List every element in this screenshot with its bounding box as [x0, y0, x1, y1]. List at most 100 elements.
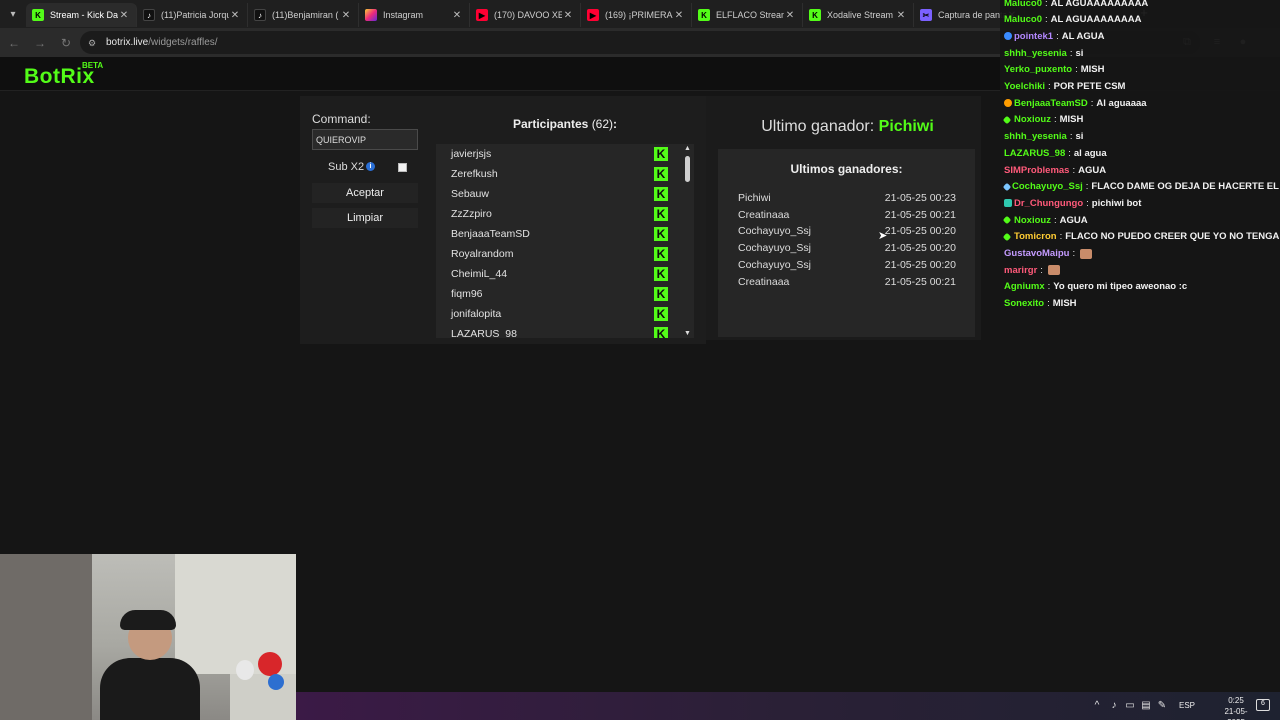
tray-chevron-icon[interactable]: ^	[1091, 700, 1103, 711]
tab-label: Stream - Kick Da	[50, 10, 118, 20]
participant-row[interactable]: BenjaaaTeamSD K	[436, 224, 694, 244]
clear-button[interactable]: Limpiar	[312, 208, 418, 228]
volume-icon[interactable]: ♪	[1108, 700, 1120, 711]
participant-row[interactable]: ZzZzpiro K	[436, 204, 694, 224]
clock[interactable]: 0:25 21-05-2025	[1216, 695, 1256, 720]
chat-username[interactable]: pointek1	[1014, 31, 1053, 42]
winner-row-date: 21-05-25 00:20	[884, 258, 956, 271]
browser-tab[interactable]: ▶ (169) ¡PRIMERA V ✕	[581, 3, 692, 27]
battery-icon[interactable]: ▭	[1124, 700, 1136, 711]
chat-username[interactable]: Noxiouz	[1014, 114, 1051, 125]
browser-tab[interactable]: K Xodalive Stream - ✕	[803, 3, 914, 27]
participant-row[interactable]: Sebauw K	[436, 184, 694, 204]
chat-message: marirgr:	[1004, 262, 1060, 278]
chat-username[interactable]: Yerko_puxento	[1004, 64, 1072, 75]
chat-username[interactable]: Noxiouz	[1014, 215, 1051, 226]
kick-icon: K	[654, 167, 668, 181]
tab-label: (11)Patricia Jorqu	[161, 10, 229, 20]
chat-username[interactable]: Maluco0	[1004, 14, 1042, 25]
participant-row[interactable]: Royalrandom K	[436, 244, 694, 264]
close-tab-icon[interactable]: ✕	[562, 10, 574, 21]
chat-username[interactable]: shhh_yesenia	[1004, 48, 1067, 59]
browser-tab[interactable]: K ELFLACO Stream -✕	[692, 3, 803, 27]
forward-icon[interactable]: →	[28, 31, 52, 55]
close-tab-icon[interactable]: ✕	[895, 10, 907, 21]
accept-button[interactable]: Aceptar	[312, 183, 418, 203]
chat-separator: :	[1069, 131, 1073, 143]
kick-icon: K	[809, 9, 821, 21]
chat-username[interactable]: Sonexito	[1004, 298, 1044, 309]
tiktok-icon: ♪	[143, 9, 155, 21]
tab-label: (169) ¡PRIMERA V	[605, 10, 673, 20]
notifications-icon[interactable]: 6	[1256, 699, 1270, 711]
back-icon[interactable]: ←	[2, 31, 26, 55]
chat-username[interactable]: Maluco0	[1004, 0, 1042, 9]
chat-badge-icon	[1004, 199, 1012, 208]
info-icon[interactable]: i	[366, 162, 375, 171]
chat-username[interactable]: shhh_yesenia	[1004, 131, 1067, 142]
participants-scrollbar[interactable]: ▲ ▼	[682, 144, 694, 338]
chat-username[interactable]: Cochayuyo_Ssj	[1012, 181, 1083, 192]
tab-search-icon[interactable]: ▾	[0, 0, 26, 28]
browser-tab[interactable]: ▶ (170) DAVOO XEN✕	[470, 3, 581, 27]
participant-row[interactable]: CheimiL_44 K	[436, 264, 694, 284]
winner-row: Cochayuyo_Ssj 21-05-25 00:20	[738, 242, 958, 259]
close-tab-icon[interactable]: ✕	[784, 10, 796, 21]
browser-tab[interactable]: Instagram ✕	[359, 3, 470, 27]
chat-separator: :	[1059, 231, 1063, 243]
chat-text: MISH	[1052, 298, 1077, 310]
participant-row[interactable]: javierjsjs K	[436, 144, 694, 164]
chat-text: AGUA	[1078, 164, 1107, 176]
participants-list[interactable]: javierjsjs K Zerefkush K Sebauw K ZzZzpiro K Ben…	[436, 144, 694, 338]
close-tab-icon[interactable]: ✕	[673, 10, 685, 21]
chat-message: shhh_yesenia: si	[1004, 45, 1083, 61]
sub-x2-checkbox[interactable]	[398, 163, 407, 172]
pen-icon[interactable]: ✎	[1156, 700, 1168, 711]
participant-row[interactable]: LAZARUS_98 K	[436, 324, 694, 338]
language-indicator[interactable]: ESP	[1179, 701, 1195, 710]
last-winner-heading: Ultimo ganador: Pichiwi	[706, 118, 989, 136]
last-winner-label: Ultimo ganador:	[761, 118, 875, 135]
scroll-thumb[interactable]	[685, 156, 690, 182]
close-tab-icon[interactable]: ✕	[118, 10, 130, 21]
close-tab-icon[interactable]: ✕	[229, 10, 241, 21]
winner-row-date: 21-05-25 00:20	[884, 242, 956, 255]
site-info-icon[interactable]: ⚙	[88, 38, 100, 48]
tab-label: Xodalive Stream -	[827, 10, 895, 20]
close-tab-icon[interactable]: ✕	[340, 10, 352, 21]
tiktok-icon: ♪	[254, 9, 266, 21]
chat-username[interactable]: Yoelchiki	[1004, 81, 1045, 92]
chat-username[interactable]: marirgr	[1004, 265, 1037, 276]
browser-tab[interactable]: ♪ (11)Benjamiran (✕	[248, 3, 359, 27]
youtube-icon: ▶	[476, 9, 488, 21]
chat-separator: :	[1040, 264, 1043, 276]
chat-username[interactable]: LAZARUS_98	[1004, 148, 1065, 159]
chat-badge-icon	[1002, 115, 1012, 125]
chat-separator: :	[1086, 197, 1089, 209]
chat-username[interactable]: GustavoMaipu	[1004, 248, 1069, 259]
sub-x2-label: Sub X2	[328, 161, 365, 173]
chat-username[interactable]: BenjaaaTeamSD	[1014, 98, 1088, 109]
chat-text: MISH	[1080, 64, 1105, 76]
scroll-up-icon[interactable]: ▲	[684, 145, 691, 152]
chat-message: Maluco0: AL AGUAAAAAAAA	[1004, 12, 1141, 28]
participant-row[interactable]: Zerefkush K	[436, 164, 694, 184]
close-tab-icon[interactable]: ✕	[451, 10, 463, 21]
scroll-down-icon[interactable]: ▼	[684, 330, 691, 337]
chat-message: Maluco0: AL AGUAAAAAAAAA	[1004, 0, 1148, 11]
chat-username[interactable]: SIMProblemas	[1004, 165, 1069, 176]
browser-tab[interactable]: ♪ (11)Patricia Jorqu ✕	[137, 3, 248, 27]
webcam-door	[0, 554, 92, 720]
participant-row[interactable]: fiqm96 K	[436, 284, 694, 304]
chat-username[interactable]: Dr_Chungungo	[1014, 198, 1083, 209]
chat-message: GustavoMaipu:	[1004, 246, 1093, 262]
browser-tab[interactable]: K Stream - Kick Da ✕	[26, 3, 137, 27]
kick-icon: K	[654, 227, 668, 241]
chat-username[interactable]: Tomicron	[1014, 231, 1057, 242]
reload-icon[interactable]: ↻	[54, 31, 78, 55]
participant-name: fiqm96	[451, 288, 483, 300]
chat-username[interactable]: Agniumx	[1004, 281, 1045, 292]
participant-row[interactable]: jonifalopita K	[436, 304, 694, 324]
command-input[interactable]	[312, 129, 418, 150]
network-icon[interactable]: ▤	[1140, 700, 1152, 711]
